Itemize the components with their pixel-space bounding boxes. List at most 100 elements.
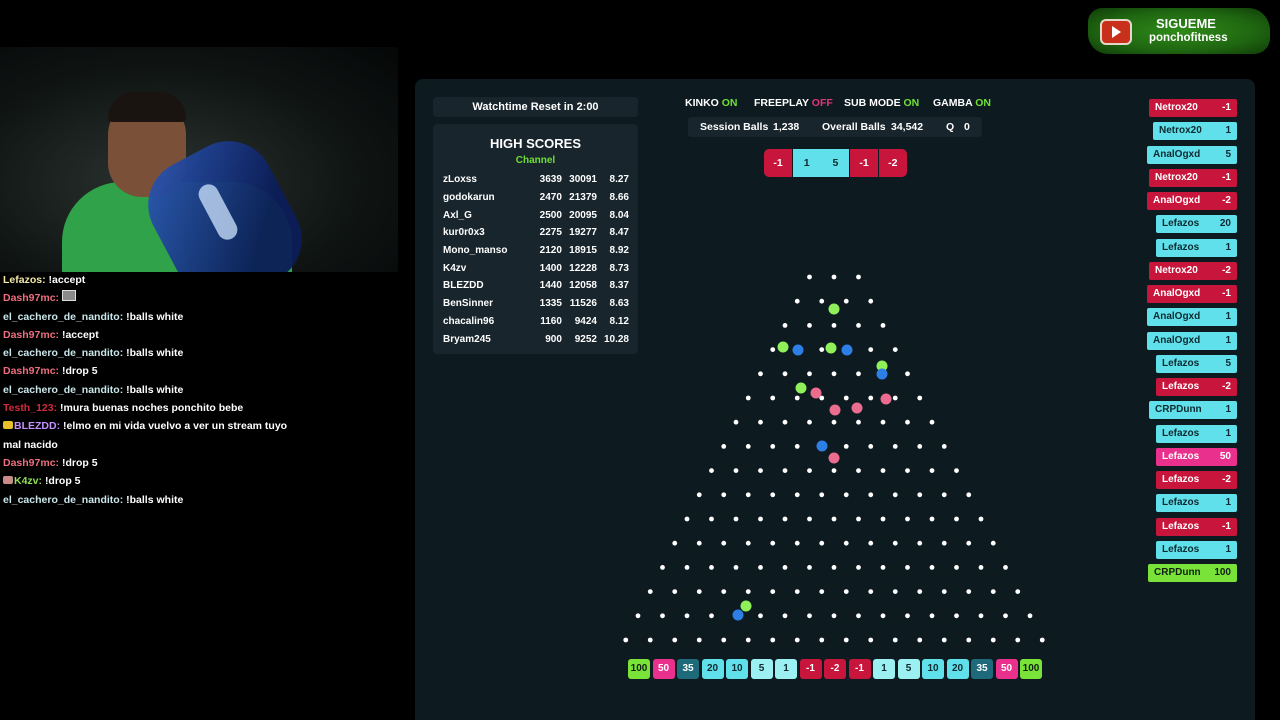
high-score-total: 11526 xyxy=(569,298,597,310)
result-entry: CRPDunn 1 xyxy=(1149,401,1237,420)
toggle-gamba: GAMBA ON xyxy=(933,97,991,109)
overall-balls-label: Overall Balls xyxy=(822,121,886,133)
prize-slot: 20 xyxy=(946,659,969,679)
recent-hit-chip: -2 xyxy=(878,149,907,177)
result-value: 1 xyxy=(1225,125,1231,137)
result-value: -2 xyxy=(1222,474,1231,485)
high-scores-subtitle: Channel xyxy=(515,155,556,166)
result-entry: Lefazos 20 xyxy=(1156,215,1237,234)
youtube-icon xyxy=(1100,19,1132,45)
chat-username[interactable]: el_cachero_de_nandito: xyxy=(3,311,123,323)
chat-message: Testh_123: !mura buenas noches ponchito … xyxy=(3,399,308,417)
recent-hit-chip: 1 xyxy=(792,149,821,177)
high-score-player: godokarun xyxy=(443,192,495,204)
high-score-total: 20095 xyxy=(569,209,597,221)
chat-message: K4zv: !drop 5 xyxy=(3,472,308,490)
result-player: Netrox20 xyxy=(1159,125,1202,137)
chat-username[interactable]: BLEZDD: xyxy=(14,420,60,432)
result-player: AnalOgxd xyxy=(1153,148,1201,160)
chat-username[interactable]: Dash97mc: xyxy=(3,292,59,304)
follow-badge[interactable]: SIGUEME ponchofitness xyxy=(1088,8,1270,54)
queue-label: Q xyxy=(946,121,955,133)
high-score-average: 8.66 xyxy=(609,192,629,204)
chat-username[interactable]: Testh_123: xyxy=(3,402,57,414)
chat-username[interactable]: K4zv: xyxy=(14,475,42,487)
result-entry: AnalOgxd -1 xyxy=(1147,285,1237,303)
result-player: Lefazos xyxy=(1162,450,1200,462)
prize-slot: 10 xyxy=(726,659,748,679)
high-score-average: 8.27 xyxy=(609,174,629,186)
result-player: Netrox20 xyxy=(1155,171,1198,183)
high-scores-title: HIGH SCORES xyxy=(489,136,581,151)
result-entry: Lefazos 1 xyxy=(1156,238,1237,257)
webcam-hair xyxy=(108,92,186,122)
high-score-row: zLoxss 3639 30091 8.27 xyxy=(441,171,631,189)
high-score-player: BLEZDD xyxy=(443,280,484,292)
chat-text: !drop 5 xyxy=(61,365,98,378)
result-player: Lefazos xyxy=(1162,357,1200,369)
high-score-row: Mono_manso 2120 18915 8.92 xyxy=(441,242,631,260)
chat-message: el_cachero_de_nandito: !balls white xyxy=(3,491,308,509)
high-score-average: 8.47 xyxy=(609,227,629,239)
toggle-label: FREEPLAY xyxy=(754,97,809,109)
recent-hit-chip: -1 xyxy=(764,149,792,177)
toggle-label: GAMBA xyxy=(933,97,973,109)
queue-value: 0 xyxy=(964,121,970,133)
high-score-average: 8.63 xyxy=(609,298,629,310)
result-value: -1 xyxy=(1222,288,1231,299)
high-score-total: 9252 xyxy=(574,333,597,345)
toggle-state: ON xyxy=(903,97,920,109)
prize-slot: 10 xyxy=(922,659,944,679)
high-scores-panel: HIGH SCORES Channel zLoxss 3639 30091 8.27 g… xyxy=(433,124,638,354)
prize-slot: -2 xyxy=(824,659,846,679)
chat-username[interactable]: el_cachero_de_nandito: xyxy=(3,384,123,396)
chat-username[interactable]: Dash97mc: xyxy=(3,457,59,469)
high-score-total: 12228 xyxy=(569,262,597,274)
chat-message: Lefazos: !accept xyxy=(3,271,308,289)
chat-username[interactable]: el_cachero_de_nandito: xyxy=(3,494,123,506)
chat-username[interactable]: Lefazos: xyxy=(3,274,46,286)
prize-slot: 50 xyxy=(652,659,675,679)
chat-text: !balls white xyxy=(126,310,184,323)
high-score-average: 10.28 xyxy=(603,333,629,345)
chat-text: !accept xyxy=(48,274,86,286)
result-player: Lefazos xyxy=(1162,218,1200,230)
high-score-player: K4zv xyxy=(443,262,467,274)
chat-text: !balls white xyxy=(126,347,184,360)
high-score-row: godokarun 2470 21379 8.66 xyxy=(441,189,631,207)
high-score-average: 8.12 xyxy=(609,315,629,327)
result-value: 1 xyxy=(1225,311,1231,323)
chat-message: Dash97mc: !accept xyxy=(3,326,308,344)
result-value: 5 xyxy=(1225,357,1231,369)
high-score-best: 1400 xyxy=(539,262,562,274)
chat-text: !drop 5 xyxy=(44,475,81,488)
result-entry: Netrox20 -1 xyxy=(1149,99,1237,117)
high-score-row: BLEZDD 1440 12058 8.37 xyxy=(441,277,631,295)
high-score-best: 1440 xyxy=(539,280,562,292)
chat-username[interactable]: el_cachero_de_nandito: xyxy=(3,347,123,359)
prize-slot: -1 xyxy=(848,659,871,679)
high-score-best: 2275 xyxy=(539,227,562,239)
result-entry: AnalOgxd 1 xyxy=(1147,308,1237,327)
chat-username[interactable]: Dash97mc: xyxy=(3,365,59,377)
result-player: Lefazos xyxy=(1162,474,1200,485)
chat-log: Lefazos: !accept Dash97mc: el_cachero_de_… xyxy=(3,271,308,509)
chat-message: Dash97mc: !drop 5 xyxy=(3,362,308,380)
result-value: 1 xyxy=(1225,427,1231,439)
chat-text: !accept xyxy=(61,328,99,341)
result-player: AnalOgxd xyxy=(1153,334,1201,346)
chat-username[interactable]: Dash97mc: xyxy=(3,329,59,341)
high-score-player: Mono_manso xyxy=(443,245,508,257)
webcam-feed xyxy=(0,47,398,272)
high-score-average: 8.73 xyxy=(609,262,629,274)
result-player: Netrox20 xyxy=(1155,264,1198,276)
chat-text: !balls white xyxy=(126,383,184,396)
result-entry: Lefazos 1 xyxy=(1156,494,1237,513)
result-player: CRPDunn xyxy=(1155,404,1202,416)
result-value: 1 xyxy=(1225,497,1231,509)
result-entry: Lefazos -2 xyxy=(1156,378,1237,396)
sub-badge-icon xyxy=(3,476,13,485)
toggle-state: OFF xyxy=(811,97,833,109)
session-balls-value: 1,238 xyxy=(773,121,800,133)
high-score-total: 12058 xyxy=(569,280,597,292)
